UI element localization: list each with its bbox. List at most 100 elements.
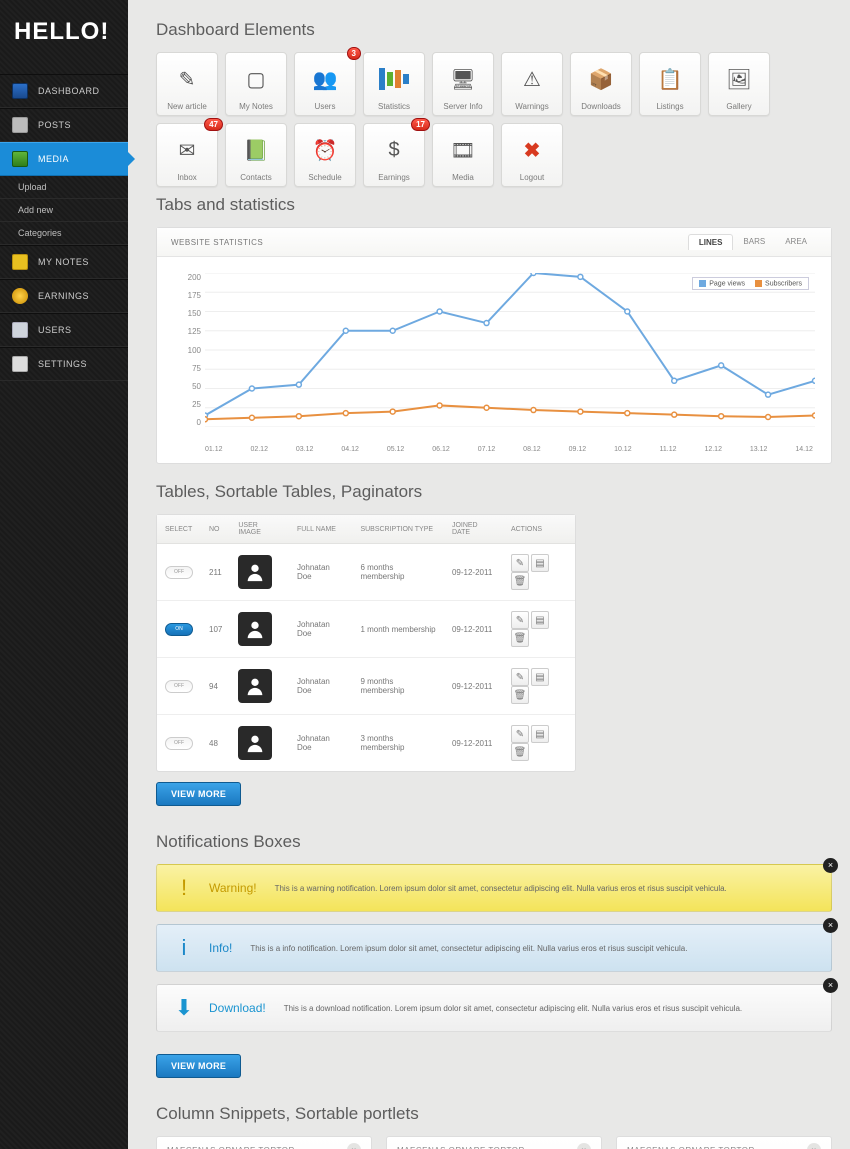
col-no[interactable]: NO	[201, 515, 230, 544]
tile-icon: 🖼	[721, 61, 757, 97]
notif-text: This is a download notification. Lorem i…	[284, 1004, 742, 1013]
tile-label: Logout	[504, 173, 560, 182]
delete-icon[interactable]: 🗑	[511, 686, 529, 704]
delete-icon[interactable]: 🗑	[511, 743, 529, 761]
stats-title: WEBSITE STATISTICS	[171, 238, 263, 247]
legend-pageviews: Page views	[699, 280, 745, 287]
sidebar-item-posts[interactable]: POSTS	[0, 108, 128, 142]
select-toggle[interactable]: OFF	[165, 680, 193, 693]
notif-title: Info!	[209, 941, 232, 955]
tile-label: My Notes	[228, 102, 284, 111]
close-icon[interactable]: ×	[577, 1143, 591, 1149]
card-icon[interactable]: ▤	[531, 611, 549, 629]
tile-icon: ✖	[514, 132, 550, 168]
notif-title: Warning!	[209, 881, 257, 895]
tile-my-notes[interactable]: ▢My Notes	[225, 52, 287, 116]
sidebar-sub-add-new[interactable]: Add new	[0, 199, 128, 222]
col-user-image[interactable]: USER IMAGE	[230, 515, 289, 544]
tile-new-article[interactable]: ✎New article	[156, 52, 218, 116]
cell-no: 48	[201, 715, 230, 772]
select-toggle[interactable]: OFF	[165, 737, 193, 750]
close-icon[interactable]: ×	[823, 858, 838, 873]
chart-legend: Page views Subscribers	[692, 277, 809, 290]
badge: 47	[204, 118, 223, 131]
badge: 17	[411, 118, 430, 131]
sidebar-item-label: USERS	[38, 325, 72, 335]
sidebar-sub-categories[interactable]: Categories	[0, 222, 128, 245]
tile-icon: 🎞	[445, 132, 481, 168]
close-icon[interactable]: ×	[807, 1143, 821, 1149]
tile-contacts[interactable]: 📗Contacts	[225, 123, 287, 187]
tile-listings[interactable]: 📋Listings	[639, 52, 701, 116]
tile-server-info[interactable]: 🖥Server Info	[432, 52, 494, 116]
sidebar-item-settings[interactable]: SETTINGS	[0, 347, 128, 381]
sidebar-sub-upload[interactable]: Upload	[0, 176, 128, 199]
tile-icon: ⚠	[514, 61, 550, 97]
card-icon[interactable]: ▤	[531, 554, 549, 572]
chart-tab-area[interactable]: AREA	[775, 234, 817, 250]
tile-inbox[interactable]: 47✉Inbox	[156, 123, 218, 187]
edit-icon[interactable]: ✎	[511, 668, 529, 686]
chart-area: Page views Subscribers 20017515012510075…	[175, 273, 813, 453]
tile-icon	[376, 61, 412, 97]
chart-tab-lines[interactable]: LINES	[688, 234, 734, 250]
badge: 3	[347, 47, 361, 60]
cell-name: Johnatan Doe	[289, 601, 353, 658]
delete-icon[interactable]: 🗑	[511, 572, 529, 590]
col-actions[interactable]: ACTIONS	[503, 515, 575, 544]
tile-statistics[interactable]: Statistics	[363, 52, 425, 116]
tile-earnings[interactable]: 17$Earnings	[363, 123, 425, 187]
sidebar-item-my-notes[interactable]: MY NOTES	[0, 245, 128, 279]
tile-label: Media	[435, 173, 491, 182]
tile-warnings[interactable]: ⚠ Warnings	[501, 52, 563, 116]
tile-media[interactable]: 🎞 Media	[432, 123, 494, 187]
chart-tab-bars[interactable]: BARS	[733, 234, 775, 250]
delete-icon[interactable]: 🗑	[511, 629, 529, 647]
logo: HELLO!	[0, 0, 128, 74]
edit-icon[interactable]: ✎	[511, 611, 529, 629]
tile-label: Warnings	[504, 102, 560, 111]
table-row: OFF48Johnatan Doe3 months membership09-1…	[157, 715, 575, 772]
col-select[interactable]: SELECT	[157, 515, 201, 544]
tile-label: Gallery	[711, 102, 767, 111]
select-toggle[interactable]: ON	[165, 623, 193, 636]
tile-schedule[interactable]: ⏰Schedule	[294, 123, 356, 187]
avatar	[238, 726, 272, 760]
sidebar-item-users[interactable]: USERS	[0, 313, 128, 347]
col-full-name[interactable]: FULL NAME	[289, 515, 353, 544]
table-row: OFF94Johnatan Doe9 months membership09-1…	[157, 658, 575, 715]
tile-logout[interactable]: ✖ Logout	[501, 123, 563, 187]
portlet-title: MAECENAS ORNARE TORTOR	[397, 1146, 525, 1149]
tile-label: Inbox	[159, 173, 215, 182]
media-icon	[12, 151, 28, 167]
cell-name: Johnatan Doe	[289, 715, 353, 772]
edit-icon[interactable]: ✎	[511, 725, 529, 743]
sidebar-item-media[interactable]: MEDIA	[0, 142, 128, 176]
card-icon[interactable]: ▤	[531, 725, 549, 743]
sidebar-item-dashboard[interactable]: DASHBOARD	[0, 74, 128, 108]
tile-gallery[interactable]: 🖼 Gallery	[708, 52, 770, 116]
portlet: MAECENAS ORNARE TORTOR×Proin tincidunt, …	[386, 1136, 602, 1149]
stats-widget: WEBSITE STATISTICS LINESBARSAREA Page vi…	[156, 227, 832, 464]
cell-sub: 1 month membership	[352, 601, 444, 658]
tile-users[interactable]: 3👥Users	[294, 52, 356, 116]
sidebar-item-earnings[interactable]: EARNINGS	[0, 279, 128, 313]
notif-icon: ⬇	[171, 995, 197, 1021]
col-joined-date[interactable]: JOINED DATE	[444, 515, 503, 544]
close-icon[interactable]: ×	[823, 978, 838, 993]
col-subscription-type[interactable]: SUBSCRIPTION TYPE	[352, 515, 444, 544]
close-icon[interactable]: ×	[823, 918, 838, 933]
view-more-button-2[interactable]: VIEW MORE	[156, 1054, 241, 1078]
cell-date: 09-12-2011	[444, 715, 503, 772]
view-more-button[interactable]: VIEW MORE	[156, 782, 241, 806]
table-row: OFF211Johnatan Doe6 months membership09-…	[157, 544, 575, 601]
select-toggle[interactable]: OFF	[165, 566, 193, 579]
tile-label: Users	[297, 102, 353, 111]
avatar	[238, 669, 272, 703]
portlet-title: MAECENAS ORNARE TORTOR	[627, 1146, 755, 1149]
edit-icon[interactable]: ✎	[511, 554, 529, 572]
tile-downloads[interactable]: 📦Downloads	[570, 52, 632, 116]
close-icon[interactable]: ×	[347, 1143, 361, 1149]
card-icon[interactable]: ▤	[531, 668, 549, 686]
dashboard-tiles: ✎New article▢My Notes3👥UsersStatistics🖥S…	[156, 52, 832, 187]
